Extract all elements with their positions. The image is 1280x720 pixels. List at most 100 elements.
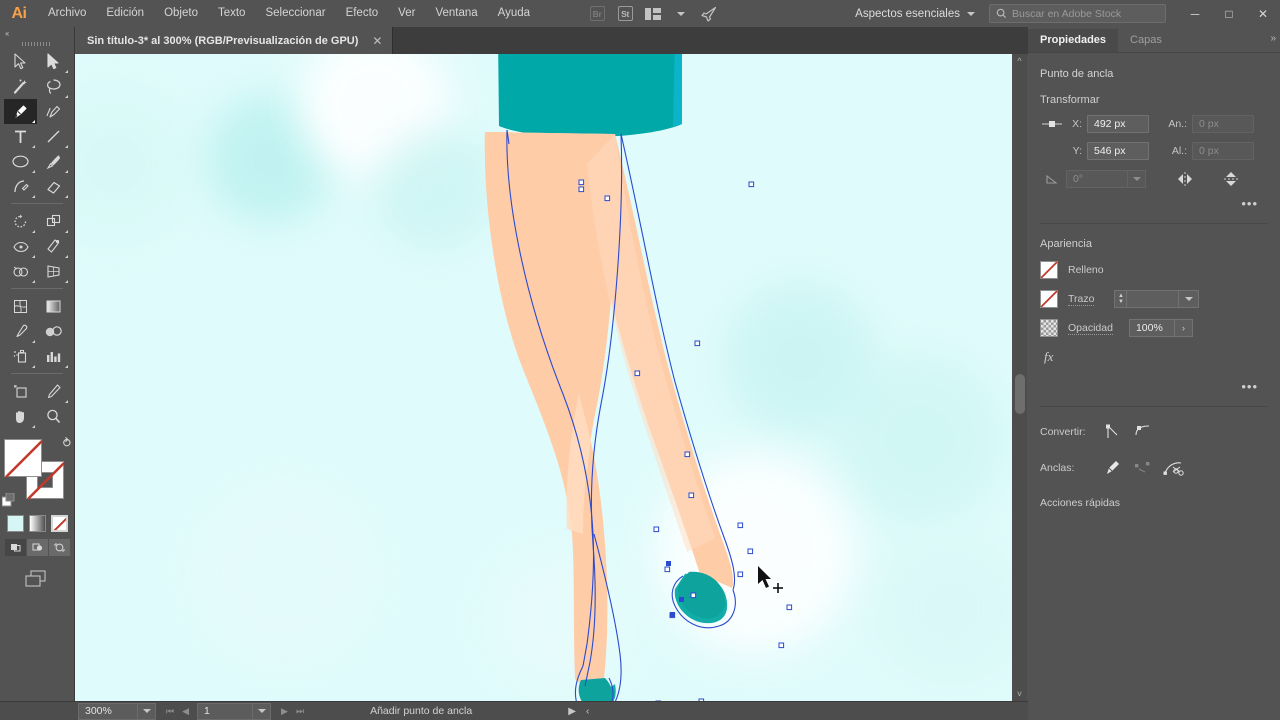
stroke-swatch[interactable] <box>1040 290 1058 308</box>
width-tool[interactable] <box>4 234 37 259</box>
menu-objeto[interactable]: Objeto <box>154 0 208 27</box>
change-screen-mode[interactable] <box>0 568 74 590</box>
symbol-sprayer-tool[interactable] <box>4 344 37 369</box>
close-button[interactable]: ✕ <box>1246 0 1280 27</box>
bridge-icon[interactable]: Br <box>584 3 610 25</box>
remove-anchor-button[interactable] <box>1098 457 1128 479</box>
scroll-up-icon[interactable]: ^ <box>1012 56 1027 66</box>
opacity-options-button[interactable]: › <box>1175 319 1193 337</box>
shaper-tool[interactable] <box>4 174 37 199</box>
menu-efecto[interactable]: Efecto <box>336 0 389 27</box>
menu-ver[interactable]: Ver <box>388 0 425 27</box>
free-transform-tool[interactable] <box>37 234 70 259</box>
blend-tool[interactable] <box>37 319 70 344</box>
x-field[interactable]: 492 px <box>1087 115 1149 133</box>
hand-tool[interactable] <box>4 404 37 429</box>
magic-wand-tool[interactable] <box>4 74 37 99</box>
prev-artboard-icon[interactable]: ◀ <box>182 706 189 717</box>
workspace-switcher[interactable]: Aspectos esenciales <box>845 8 985 20</box>
height-field[interactable]: 0 px <box>1192 142 1254 160</box>
zoom-tool[interactable] <box>37 404 70 429</box>
rocket-icon[interactable] <box>696 3 722 25</box>
reference-point-selector[interactable] <box>1040 119 1066 129</box>
stock-icon[interactable]: St <box>612 3 638 25</box>
opacity-field[interactable]: 100% <box>1129 319 1175 337</box>
type-tool[interactable] <box>4 124 37 149</box>
shape-builder-tool[interactable] <box>4 259 37 284</box>
draw-behind-mode[interactable] <box>27 539 48 556</box>
status-chevron-icon[interactable]: ‹ <box>586 706 589 717</box>
panel-collapse-icon[interactable]: » <box>1270 33 1275 44</box>
perspective-grid-tool[interactable] <box>37 259 70 284</box>
mesh-tool[interactable] <box>4 294 37 319</box>
scroll-down-icon[interactable]: ˅ <box>1012 689 1027 699</box>
curvature-tool[interactable] <box>37 99 70 124</box>
opacity-swatch[interactable] <box>1040 319 1058 337</box>
stroke-stepper[interactable]: ▲ ▼ <box>1114 290 1127 308</box>
artboard-number-field[interactable]: 1 <box>197 703 253 720</box>
stroke-weight-field[interactable] <box>1127 290 1179 308</box>
artboard-dropdown-button[interactable] <box>253 703 271 720</box>
convert-to-smooth-button[interactable] <box>1128 421 1158 443</box>
zoom-level-field[interactable]: 300% <box>78 703 138 720</box>
maximize-button[interactable]: □ <box>1212 0 1246 27</box>
direct-selection-tool[interactable] <box>37 49 70 74</box>
gradient-swatch[interactable] <box>29 515 46 532</box>
vector-artwork[interactable] <box>75 54 1012 701</box>
first-artboard-icon[interactable]: ⏮ <box>166 706 174 717</box>
flip-vertical-button[interactable] <box>1216 168 1246 190</box>
last-artboard-icon[interactable]: ⏭ <box>296 706 304 717</box>
menu-ventana[interactable]: Ventana <box>425 0 487 27</box>
lasso-tool[interactable] <box>37 74 70 99</box>
minimize-button[interactable]: ─ <box>1178 0 1212 27</box>
angle-field[interactable]: 0° <box>1066 170 1128 188</box>
slice-tool[interactable] <box>37 379 70 404</box>
zoom-dropdown-button[interactable] <box>138 703 156 720</box>
fill-swatch[interactable] <box>4 439 42 477</box>
swap-fill-stroke-icon[interactable]: ⥁ <box>63 436 71 450</box>
arrange-documents-icon[interactable] <box>640 3 666 25</box>
none-swatch[interactable] <box>51 515 68 532</box>
document-tab[interactable]: Sin título-3* al 300% (RGB/Previsualizac… <box>75 27 393 54</box>
scale-tool[interactable] <box>37 209 70 234</box>
gradient-tool[interactable] <box>37 294 70 319</box>
artboard-tool[interactable] <box>4 379 37 404</box>
line-segment-tool[interactable] <box>37 124 70 149</box>
tab-propiedades[interactable]: Propiedades <box>1028 29 1118 52</box>
color-swatch[interactable] <box>7 515 24 532</box>
menu-seleccionar[interactable]: Seleccionar <box>255 0 335 27</box>
tab-capas[interactable]: Capas <box>1118 29 1174 52</box>
vertical-scroll-thumb[interactable] <box>1015 374 1025 414</box>
menu-edicion[interactable]: Edición <box>96 0 154 27</box>
menu-texto[interactable]: Texto <box>208 0 256 27</box>
flip-horizontal-button[interactable] <box>1170 168 1200 190</box>
fx-button[interactable]: fx <box>1040 349 1268 365</box>
opacity-label[interactable]: Opacidad <box>1068 322 1113 335</box>
stroke-label[interactable]: Trazo <box>1068 293 1094 306</box>
selection-tool[interactable] <box>4 49 37 74</box>
column-graph-tool[interactable] <box>37 344 70 369</box>
close-icon[interactable]: ✕ <box>372 34 382 48</box>
appearance-more-options[interactable]: ••• <box>1040 379 1268 394</box>
ellipse-tool[interactable] <box>4 149 37 174</box>
stock-search-input[interactable]: Buscar en Adobe Stock <box>989 4 1166 23</box>
draw-inside-mode[interactable] <box>49 539 70 556</box>
transform-more-options[interactable]: ••• <box>1040 196 1268 211</box>
status-play-icon[interactable]: ▶ <box>568 706 576 717</box>
width-field[interactable]: 0 px <box>1192 115 1254 133</box>
toolbar-drag-handle[interactable] <box>22 42 52 46</box>
paintbrush-tool[interactable] <box>37 149 70 174</box>
toolbar-grip[interactable]: ‹‹ <box>0 27 74 40</box>
convert-to-corner-button[interactable] <box>1098 421 1128 443</box>
chevron-down-icon[interactable] <box>668 3 694 25</box>
eyedropper-tool[interactable] <box>4 319 37 344</box>
menu-ayuda[interactable]: Ayuda <box>488 0 540 27</box>
eraser-tool[interactable] <box>37 174 70 199</box>
canvas-vertical-scrollbar[interactable]: ^ ˅ <box>1012 54 1027 701</box>
stroke-dropdown-button[interactable] <box>1179 290 1199 308</box>
pen-tool[interactable] <box>4 99 37 124</box>
next-artboard-icon[interactable]: ▶ <box>281 706 288 717</box>
default-fill-stroke-icon[interactable] <box>2 493 16 507</box>
document-canvas[interactable] <box>75 54 1012 701</box>
rotate-tool[interactable] <box>4 209 37 234</box>
